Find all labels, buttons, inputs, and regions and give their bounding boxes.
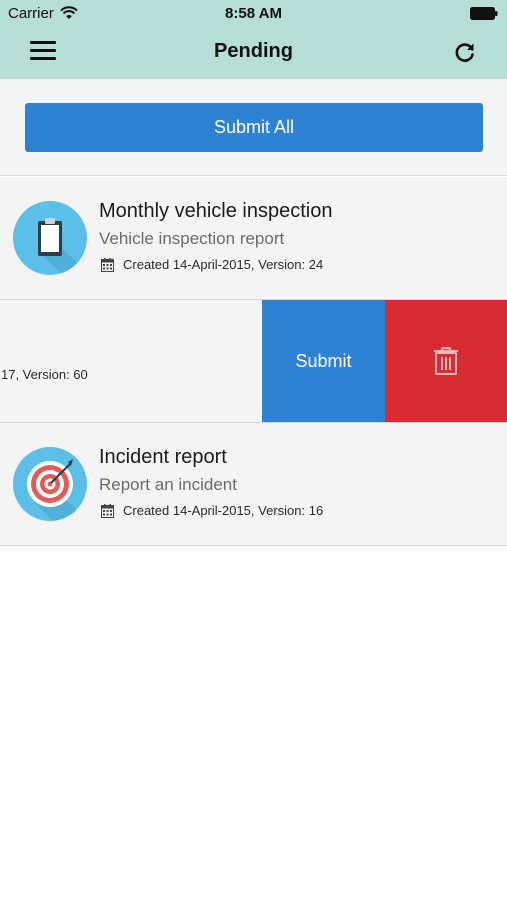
item-meta-text: 17, Version: 60 xyxy=(1,367,88,382)
list-item-swiped[interactable]: 17, Version: 60 Submit xyxy=(0,300,507,423)
swipe-delete-button[interactable] xyxy=(385,300,507,422)
item-title: Monthly vehicle inspection xyxy=(99,200,333,222)
item-title: Incident report xyxy=(99,446,227,468)
list-item[interactable]: Monthly vehicle inspection Vehicle inspe… xyxy=(0,177,507,300)
app-header: Carrier 8:58 AM Pending xyxy=(0,0,507,79)
refresh-icon[interactable] xyxy=(453,40,477,64)
submit-all-button[interactable]: Submit All xyxy=(25,103,483,152)
list-item[interactable]: Incident report Report an incident Creat… xyxy=(0,423,507,546)
status-bar: Carrier 8:58 AM xyxy=(0,0,507,28)
submit-all-section: Submit All xyxy=(0,79,507,176)
battery-icon xyxy=(470,7,498,20)
item-meta-text: Created 14-April-2015, Version: 24 xyxy=(123,257,324,272)
calendar-icon xyxy=(101,503,114,518)
item-subtitle: Vehicle inspection report xyxy=(99,229,285,248)
calendar-icon xyxy=(101,257,114,272)
swipe-submit-button[interactable]: Submit xyxy=(262,300,385,422)
item-meta: Created 14-April-2015, Version: 16 xyxy=(101,503,323,518)
item-subtitle: Report an incident xyxy=(99,475,237,494)
target-icon xyxy=(13,447,87,521)
clipboard-icon xyxy=(13,201,87,275)
trash-icon xyxy=(434,347,458,375)
item-meta: Created 14-April-2015, Version: 24 xyxy=(101,257,323,272)
item-meta-text: Created 14-April-2015, Version: 16 xyxy=(123,503,324,518)
page-title: Pending xyxy=(214,40,293,62)
status-time: 8:58 AM xyxy=(225,5,282,22)
